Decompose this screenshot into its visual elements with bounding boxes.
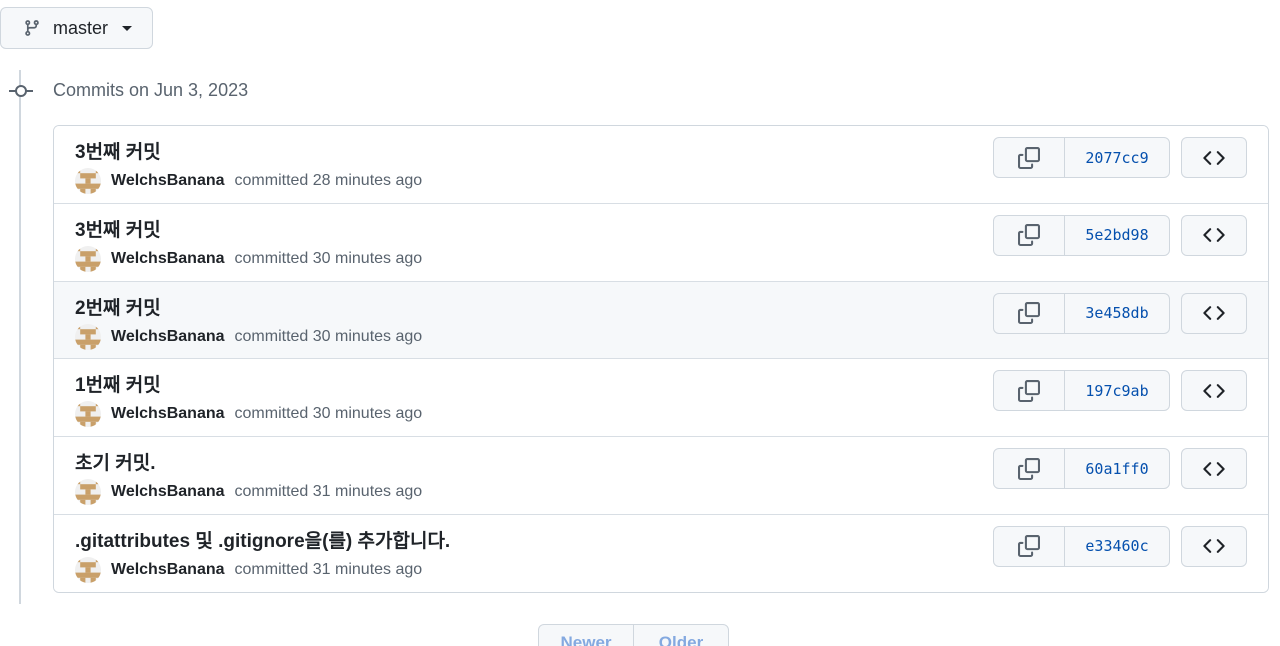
commit-sha-link[interactable]: e33460c bbox=[1065, 527, 1169, 566]
commit-author[interactable]: WelchsBanana bbox=[111, 405, 225, 423]
avatar[interactable] bbox=[75, 323, 101, 350]
copy-icon bbox=[1018, 457, 1040, 480]
commit-meta: WelchsBanana committed 31 minutes ago bbox=[75, 556, 423, 583]
commit-row: 초기 커밋. WelchsBanana committed 31 minutes… bbox=[54, 437, 1268, 515]
commit-author[interactable]: WelchsBanana bbox=[111, 328, 225, 346]
branch-name: master bbox=[53, 17, 109, 38]
avatar[interactable] bbox=[75, 556, 101, 583]
commit-group-title: Commits on Jun 3, 2023 bbox=[53, 80, 249, 100]
commit-meta: WelchsBanana committed 28 minutes ago bbox=[75, 168, 422, 194]
copy-icon bbox=[1018, 146, 1040, 169]
commit-title-link[interactable]: 1번째 커밋 bbox=[75, 370, 161, 397]
commit-row: 3번째 커밋 WelchsBanana committed 30 minutes… bbox=[54, 203, 1268, 282]
pagination: Newer Older bbox=[538, 624, 729, 646]
code-icon bbox=[1203, 150, 1225, 165]
commit-time: committed 30 minutes ago bbox=[234, 327, 423, 345]
commit-title-link[interactable]: .gitattributes 및 .gitignore을(를) 추가합니다. bbox=[75, 526, 450, 553]
chevron-down-icon bbox=[122, 25, 133, 31]
commit-row: 2번째 커밋 WelchsBanana committed 30 minutes… bbox=[54, 281, 1268, 360]
commit-title-link[interactable]: 초기 커밋. bbox=[75, 448, 155, 475]
commit-title-link[interactable]: 3번째 커밋 bbox=[75, 137, 161, 164]
commit-meta: WelchsBanana committed 30 minutes ago bbox=[75, 401, 423, 428]
commit-title-link[interactable]: 2번째 커밋 bbox=[75, 293, 161, 320]
copy-sha-button[interactable] bbox=[994, 526, 1065, 566]
code-icon bbox=[1203, 228, 1225, 243]
browse-repo-button[interactable] bbox=[1181, 292, 1247, 334]
copy-icon bbox=[1018, 302, 1040, 325]
sha-button-group: e33460c bbox=[993, 525, 1170, 567]
older-label: Older bbox=[658, 633, 704, 646]
commit-row: 1번째 커밋 WelchsBanana committed 30 minutes… bbox=[54, 359, 1268, 438]
code-icon bbox=[1203, 306, 1225, 320]
commit-sha-link[interactable]: 5e2bd98 bbox=[1065, 216, 1169, 255]
avatar[interactable] bbox=[75, 401, 101, 428]
browse-repo-button[interactable] bbox=[1181, 525, 1247, 567]
commit-sha-link[interactable]: 3e458db bbox=[1065, 294, 1169, 333]
browse-repo-button[interactable] bbox=[1181, 214, 1247, 256]
browse-repo-button[interactable] bbox=[1181, 370, 1247, 412]
sha-button-group: 60a1ff0 bbox=[993, 448, 1170, 490]
browse-repo-button[interactable] bbox=[1181, 137, 1247, 178]
commit-author[interactable]: WelchsBanana bbox=[111, 250, 225, 268]
commit-author[interactable]: WelchsBanana bbox=[111, 172, 225, 190]
timeline-line bbox=[19, 70, 21, 604]
code-icon bbox=[1203, 539, 1225, 554]
commit-meta: WelchsBanana committed 30 minutes ago bbox=[75, 245, 423, 272]
commit-row: .gitattributes 및 .gitignore을(를) 추가합니다. W… bbox=[54, 514, 1268, 592]
avatar[interactable] bbox=[75, 245, 101, 272]
commit-sha-link[interactable]: 197c9ab bbox=[1065, 371, 1169, 410]
branch-select-button[interactable]: master bbox=[0, 7, 153, 49]
newer-label: Newer bbox=[560, 633, 612, 646]
sha-button-group: 3e458db bbox=[993, 292, 1170, 334]
commit-meta: WelchsBanana committed 31 minutes ago bbox=[75, 479, 423, 506]
commit-sha-link[interactable]: 60a1ff0 bbox=[1065, 449, 1169, 488]
commit-sha-link[interactable]: 2077cc9 bbox=[1065, 138, 1169, 177]
sha-button-group: 2077cc9 bbox=[993, 137, 1170, 178]
browse-repo-button[interactable] bbox=[1181, 448, 1247, 490]
commit-time: committed 30 minutes ago bbox=[234, 405, 423, 423]
commit-time: committed 31 minutes ago bbox=[234, 483, 423, 501]
commit-time: committed 31 minutes ago bbox=[234, 560, 423, 578]
commit-author[interactable]: WelchsBanana bbox=[111, 483, 225, 501]
commit-time: committed 28 minutes ago bbox=[234, 172, 423, 189]
copy-sha-button[interactable] bbox=[994, 293, 1065, 333]
commit-list: 3번째 커밋 WelchsBanana committed 28 minutes… bbox=[53, 125, 1269, 593]
commit-title-link[interactable]: 3번째 커밋 bbox=[75, 215, 161, 242]
sha-button-group: 197c9ab bbox=[993, 370, 1170, 412]
code-icon bbox=[1203, 383, 1225, 398]
copy-sha-button[interactable] bbox=[994, 449, 1065, 489]
copy-sha-button[interactable] bbox=[994, 138, 1065, 177]
copy-icon bbox=[1018, 535, 1040, 558]
sha-button-group: 5e2bd98 bbox=[993, 214, 1170, 256]
avatar[interactable] bbox=[75, 479, 101, 506]
commit-time: committed 30 minutes ago bbox=[234, 249, 423, 267]
older-button[interactable]: Older bbox=[633, 625, 728, 646]
commit-meta: WelchsBanana committed 30 minutes ago bbox=[75, 323, 423, 350]
copy-sha-button[interactable] bbox=[994, 215, 1065, 255]
git-branch-icon bbox=[25, 20, 39, 36]
newer-button[interactable]: Newer bbox=[539, 625, 633, 646]
copy-sha-button[interactable] bbox=[994, 371, 1065, 411]
code-icon bbox=[1203, 461, 1225, 476]
commit-row: 3번째 커밋 WelchsBanana committed 28 minutes… bbox=[54, 126, 1268, 204]
copy-icon bbox=[1018, 379, 1040, 402]
copy-icon bbox=[1018, 224, 1040, 247]
git-commit-icon bbox=[9, 85, 33, 97]
commit-author[interactable]: WelchsBanana bbox=[111, 561, 225, 579]
avatar[interactable] bbox=[75, 168, 101, 194]
